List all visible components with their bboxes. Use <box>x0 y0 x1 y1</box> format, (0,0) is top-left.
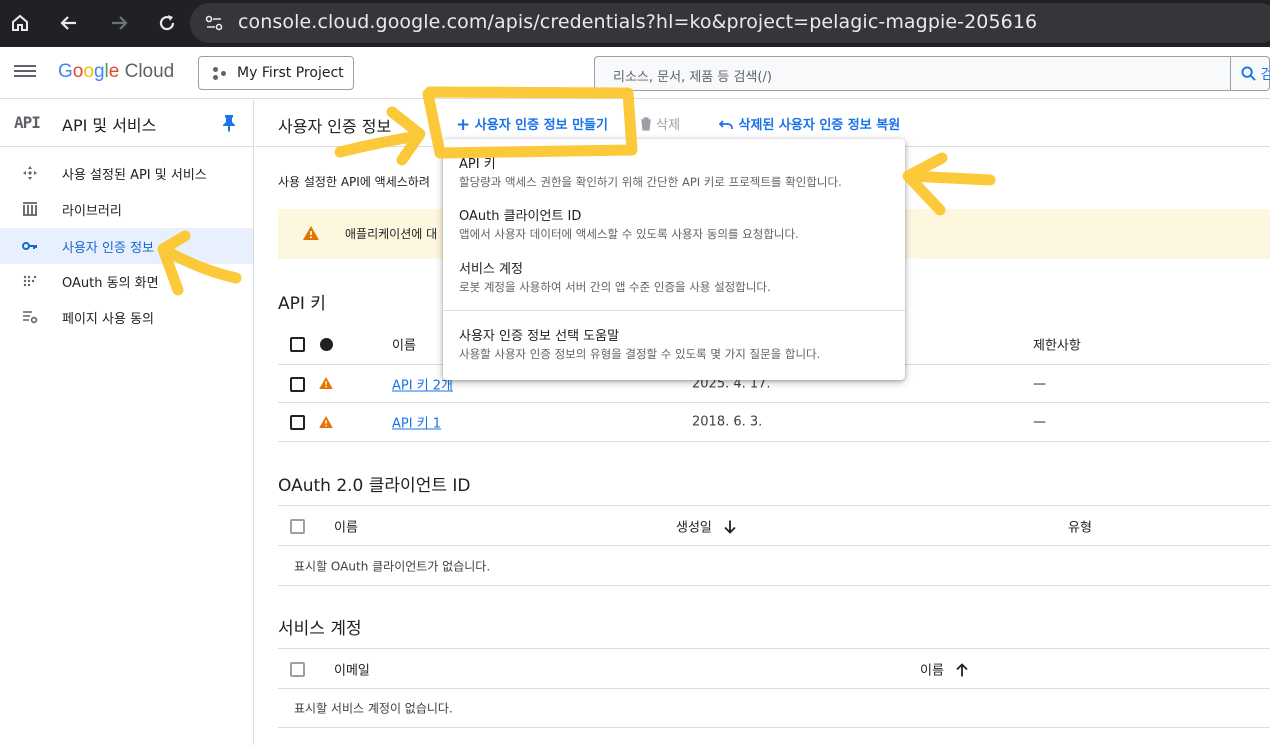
search-icon <box>1241 66 1256 81</box>
empty-message: 표시할 OAuth 클라이언트가 없습니다. <box>294 559 491 573</box>
column-header-email[interactable]: 이메일 <box>334 659 370 678</box>
menu-item-service-account[interactable]: 서비스 계정 로봇 계정을 사용하여 서버 간의 앱 수준 인증을 사용 설정합… <box>443 252 905 304</box>
service-accounts-header-row: 이메일 이름 <box>278 648 1270 689</box>
empty-row: 표시할 서비스 계정이 없습니다. <box>278 689 1270 728</box>
warning-icon <box>319 416 333 428</box>
column-header-name[interactable]: 이름 <box>392 334 416 353</box>
sidebar-item-credentials[interactable]: 사용자 인증 정보 <box>0 228 253 264</box>
trash-icon <box>641 117 651 131</box>
column-header-restrictions[interactable]: 제한사항 <box>1033 334 1081 353</box>
api-key-link[interactable]: API 키 1 <box>392 413 441 432</box>
api-logo-icon: API <box>14 113 41 132</box>
creation-date: 2018. 6. 3. <box>692 414 763 430</box>
empty-row: 표시할 OAuth 클라이언트가 없습니다. <box>278 546 1270 586</box>
library-icon <box>21 200 39 218</box>
pin-icon[interactable] <box>222 114 236 132</box>
dots-grid-icon <box>21 272 39 290</box>
warning-icon <box>303 226 319 240</box>
forward-icon[interactable] <box>104 8 134 38</box>
sidebar-item-oauth-consent[interactable]: OAuth 동의 화면 <box>0 263 253 299</box>
key-icon <box>21 237 39 255</box>
home-icon[interactable] <box>5 8 35 38</box>
empty-message: 표시할 서비스 계정이 없습니다. <box>294 701 453 716</box>
select-all-checkbox[interactable] <box>290 337 305 352</box>
search-input[interactable]: 리소스, 문서, 제품 등 검색(/) <box>613 66 772 85</box>
back-icon[interactable] <box>54 8 84 38</box>
restriction-value: — <box>1033 376 1046 391</box>
sidebar-title: API 및 서비스 <box>62 116 157 135</box>
page-description: 사용 설정한 API에 액세스하려 <box>278 175 430 189</box>
arrow-down-icon <box>724 520 736 534</box>
sidebar-item-page-usage-agreement[interactable]: 페이지 사용 동의 <box>0 299 253 335</box>
url-text: console.cloud.google.com/apis/credential… <box>238 11 1038 33</box>
column-header-type[interactable]: 유형 <box>1068 516 1092 535</box>
menu-icon[interactable] <box>14 62 36 84</box>
api-keys-title: API 키 <box>278 294 326 314</box>
column-header-created[interactable]: 생성일 <box>676 516 736 535</box>
select-all-checkbox[interactable] <box>290 662 305 677</box>
settings-list-icon <box>21 308 39 326</box>
console-header: Google Cloud My First Project 리소스, 문서, 제… <box>0 47 1270 99</box>
create-credentials-menu: API 키 할당량과 액세스 권한을 확인하기 위해 간단한 API 키로 프로… <box>443 139 905 380</box>
reload-icon[interactable] <box>152 8 182 38</box>
status-dot-icon <box>320 338 333 351</box>
site-info-icon[interactable] <box>204 14 224 36</box>
address-bar[interactable]: console.cloud.google.com/apis/credential… <box>190 3 1270 43</box>
project-icon <box>213 67 229 81</box>
column-header-name[interactable]: 이름 <box>334 516 358 535</box>
warning-text: 애플리케이션에 대 <box>345 227 438 241</box>
plus-icon: + <box>456 115 471 135</box>
table-row: API 키 1 2018. 6. 3. — <box>278 403 1270 442</box>
column-header-name[interactable]: 이름 <box>920 659 968 678</box>
diamond-arrows-icon <box>21 164 39 182</box>
row-checkbox[interactable] <box>290 377 305 392</box>
oauth-header-row: 이름 생성일 유형 <box>278 505 1270 546</box>
menu-item-help-me-choose[interactable]: 사용자 인증 정보 선택 도움말 사용할 사용자 인증 정보의 유형을 결정할 … <box>443 319 905 371</box>
menu-item-api-key[interactable]: API 키 할당량과 액세스 권한을 확인하기 위해 간단한 API 키로 프로… <box>443 147 905 199</box>
undo-icon <box>718 120 733 129</box>
warning-icon <box>319 377 333 389</box>
menu-divider <box>443 310 905 311</box>
google-cloud-logo[interactable]: Google Cloud <box>58 61 174 83</box>
browser-toolbar: console.cloud.google.com/apis/credential… <box>0 0 1270 47</box>
row-checkbox[interactable] <box>290 415 305 430</box>
delete-button[interactable]: 삭제 <box>640 114 680 133</box>
project-name: My First Project <box>237 65 344 81</box>
select-all-checkbox[interactable] <box>290 519 305 534</box>
menu-item-oauth-client-id[interactable]: OAuth 클라이언트 ID 앱에서 사용자 데이터에 액세스할 수 있도록 사… <box>443 199 905 251</box>
restriction-value: — <box>1033 414 1046 430</box>
page-title: 사용자 인증 정보 <box>278 117 392 136</box>
sidebar-item-library[interactable]: 라이브러리 <box>0 191 253 227</box>
sidebar-header: API API 및 서비스 <box>0 100 253 147</box>
search-bar[interactable]: 리소스, 문서, 제품 등 검색(/) 검색 <box>594 56 1270 91</box>
project-picker-button[interactable]: My First Project <box>198 56 354 90</box>
search-button[interactable]: 검색 <box>1230 56 1270 91</box>
oauth-clients-title: OAuth 2.0 클라이언트 ID <box>278 476 471 496</box>
service-accounts-title: 서비스 계정 <box>278 619 362 639</box>
restore-deleted-credentials-button[interactable]: 삭제된 사용자 인증 정보 복원 <box>718 114 900 133</box>
sidebar: API API 및 서비스 사용 설정된 API 및 서비스 라이브러리 사용자… <box>0 100 254 745</box>
create-credentials-button[interactable]: + 사용자 인증 정보 만들기 <box>456 114 608 135</box>
sidebar-item-enabled-apis[interactable]: 사용 설정된 API 및 서비스 <box>0 155 253 191</box>
arrow-up-icon <box>956 662 968 676</box>
